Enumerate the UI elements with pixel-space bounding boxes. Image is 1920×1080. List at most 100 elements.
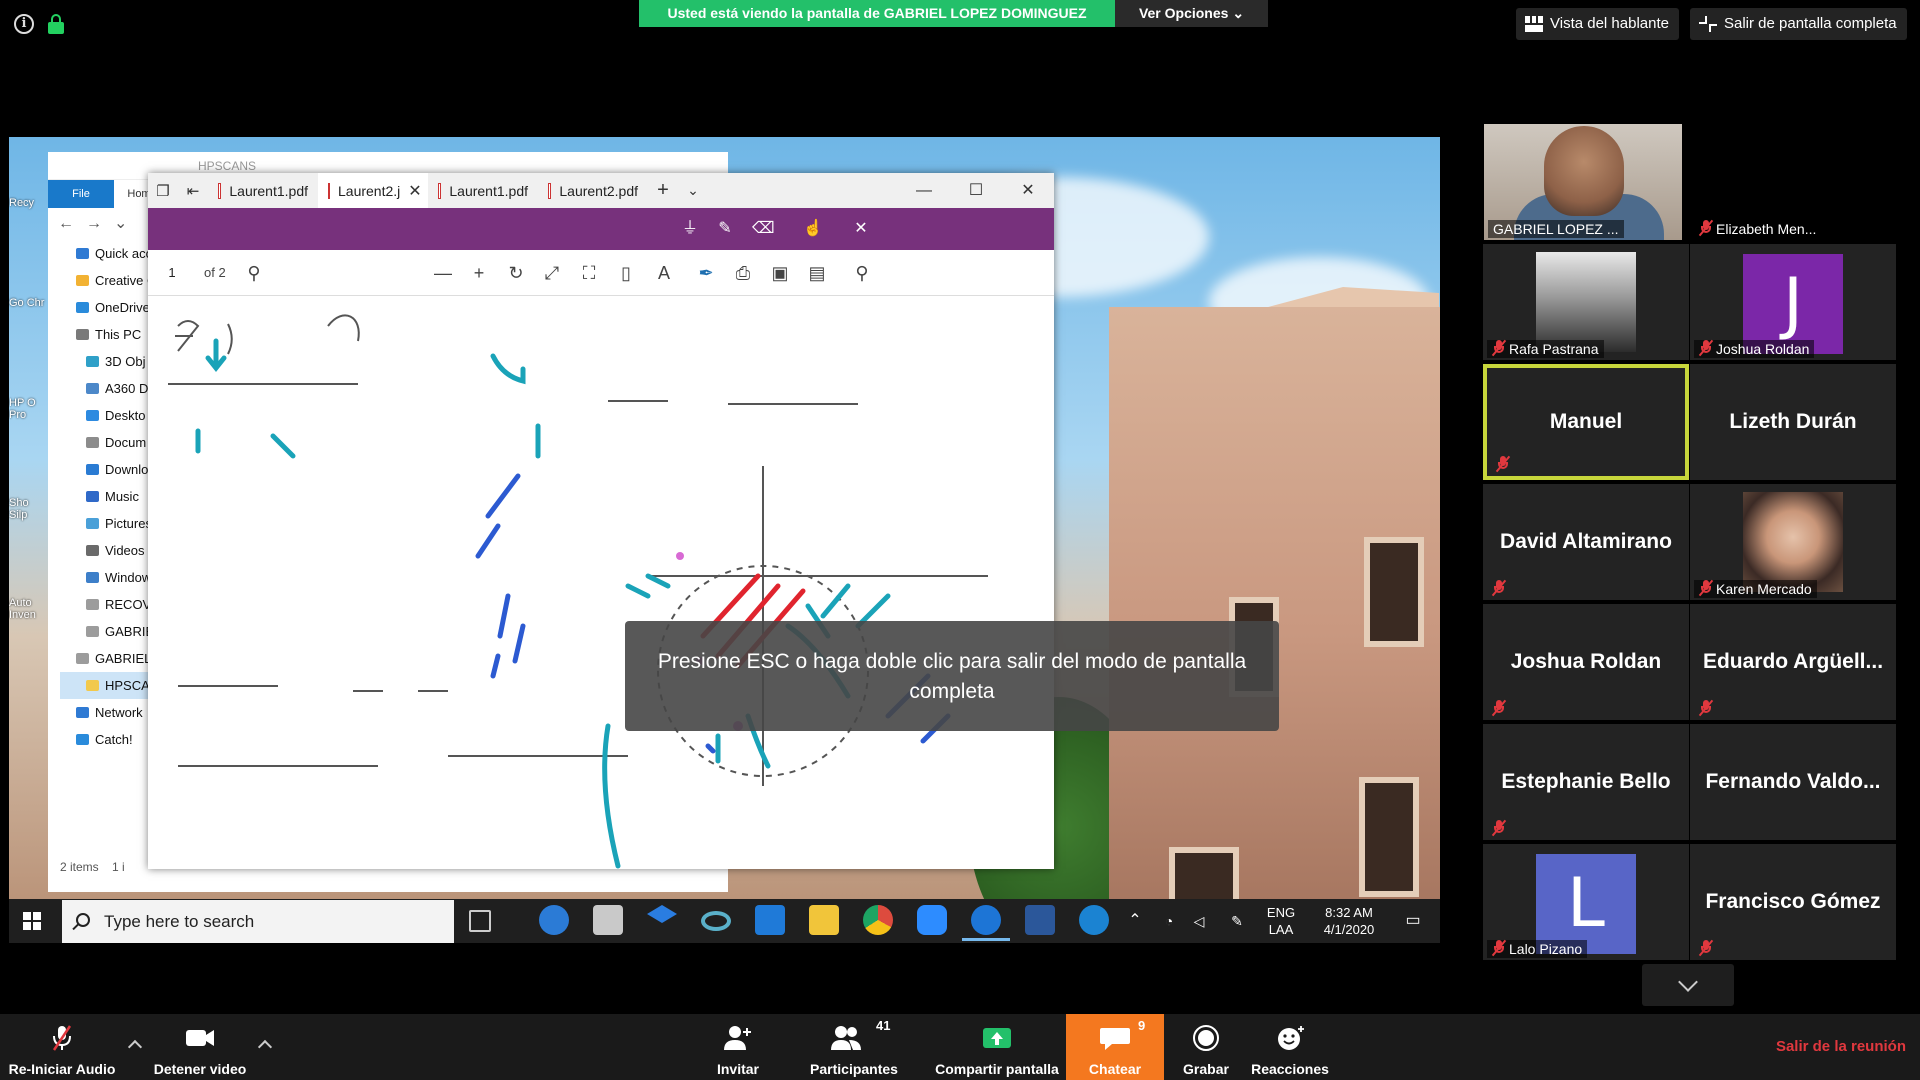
pdf-tab[interactable]: Laurent2.j ✕	[318, 173, 428, 208]
page-number-input[interactable]: 1	[152, 265, 192, 280]
participant-tile[interactable]: J Joshua Roldan	[1690, 244, 1896, 360]
shared-screen[interactable]: Recy Go Chr HP O Pro Sho Silp Auto Inven…	[9, 137, 1440, 943]
participant-tile[interactable]: Manuel	[1483, 364, 1689, 480]
edge-icon[interactable]	[962, 905, 1010, 941]
tab-list-icon[interactable]: ❐	[148, 182, 178, 200]
audio-button[interactable]: Re-Iniciar Audio	[0, 1014, 124, 1080]
record-button[interactable]: Grabar	[1170, 1014, 1242, 1080]
view-options-button[interactable]: Ver Opciones ⌄	[1115, 0, 1268, 27]
participant-tile[interactable]: Estephanie Bello	[1483, 724, 1689, 840]
pdf-tab[interactable]: Laurent2.pdf	[538, 173, 648, 208]
lock-icon[interactable]	[48, 14, 64, 34]
explorer-nav-label: HPSCA	[105, 678, 150, 693]
reactions-button[interactable]: Reacciones	[1250, 1014, 1330, 1080]
clock[interactable]: 8:32 AM 4/1/2020	[1309, 899, 1389, 943]
participant-tile[interactable]: Francisco Gómez	[1690, 844, 1896, 960]
wifi-icon[interactable]: ◔	[1159, 899, 1179, 943]
new-tab-icon[interactable]: +	[648, 179, 678, 202]
video-button[interactable]: Detener video	[150, 1014, 250, 1080]
close-tab-icon[interactable]: ✕	[408, 181, 421, 201]
mail-icon[interactable]	[755, 905, 785, 935]
participant-tile[interactable]: Fernando Valdo...	[1690, 724, 1896, 840]
chevron-down-icon[interactable]: ⌄	[678, 182, 708, 199]
leave-meeting-button[interactable]: Salir de la reunión	[1776, 1038, 1906, 1055]
windows-start-icon[interactable]	[23, 912, 41, 930]
exit-fullscreen-button[interactable]: Salir de pantalla completa	[1690, 8, 1907, 40]
word-icon[interactable]	[1025, 905, 1055, 935]
pdf-tab[interactable]: Laurent1.pdf	[428, 173, 538, 208]
taskbar-search-box[interactable]: Type here to search	[62, 900, 454, 943]
invite-label: Invitar	[716, 1061, 759, 1077]
file-explorer-icon[interactable]	[809, 905, 839, 935]
video-options-caret[interactable]	[257, 1039, 273, 1055]
chevron-down-icon[interactable]: ⌄	[114, 215, 139, 232]
desktop-icon-hp[interactable]: HP O Pro	[9, 357, 45, 457]
task-view-icon[interactable]	[469, 910, 491, 932]
zoom-out-icon[interactable]: —	[432, 262, 454, 284]
desktop-icon-recycle[interactable]: Recy	[9, 157, 45, 257]
fullscreen-icon[interactable]: ⛶	[578, 262, 600, 284]
pen-icon[interactable]: ✎	[1227, 899, 1247, 943]
participants-button[interactable]: 41 Participantes	[800, 1014, 908, 1080]
pdf-file-icon	[548, 182, 552, 199]
close-icon[interactable]: ✕	[1002, 173, 1054, 208]
chat-button[interactable]: 9 Chatear	[1066, 1014, 1164, 1080]
fit-page-icon[interactable]: ⤢	[541, 262, 563, 284]
search-icon[interactable]: ⚲	[243, 262, 265, 284]
desktop-icon-shortcut[interactable]: Sho Silp	[9, 457, 45, 557]
file-tab[interactable]: File	[48, 180, 114, 208]
speaker-view-button[interactable]: Vista del hablante	[1516, 8, 1679, 40]
info-icon[interactable]: i	[14, 14, 34, 34]
forward-arrow-icon[interactable]: →	[86, 215, 114, 232]
participant-tile[interactable]: L Lalo Pizano	[1483, 844, 1689, 960]
chrome-icon[interactable]	[863, 905, 893, 935]
draw-icon[interactable]: ✒	[695, 262, 717, 284]
gallery-scroll-down-button[interactable]	[1642, 964, 1734, 1006]
page-view-icon[interactable]: ▯	[615, 262, 637, 284]
back-arrow-icon[interactable]: ←	[58, 215, 86, 232]
chat-bubble-icon	[1100, 1028, 1130, 1050]
touch-write-icon[interactable]: ☝	[802, 218, 824, 240]
print-icon[interactable]: ⎙	[732, 262, 754, 284]
infinity-app-icon[interactable]	[701, 911, 731, 931]
dropbox-icon[interactable]	[647, 905, 677, 923]
zoom-icon[interactable]	[917, 905, 947, 935]
participant-tile[interactable]: Eduardo Argüell...	[1690, 604, 1896, 720]
participant-tile[interactable]: Joshua Roldan	[1483, 604, 1689, 720]
notification-icon[interactable]: ▭	[1401, 899, 1425, 943]
pin-icon[interactable]: ⚲	[851, 262, 873, 284]
read-aloud-icon[interactable]: A	[653, 262, 675, 284]
invite-button[interactable]: Invitar	[700, 1014, 776, 1080]
highlight-icon[interactable]: ✎	[714, 218, 736, 240]
maximize-icon[interactable]: ☐	[950, 173, 1002, 208]
pdf-file-icon	[218, 182, 222, 199]
participant-tile[interactable]: GABRIEL LOPEZ ...	[1484, 124, 1682, 240]
pdf-tab[interactable]: Laurent1.pdf	[208, 173, 318, 208]
desktop-icon-autodesk[interactable]: Auto Inven	[9, 557, 45, 657]
save-as-icon[interactable]: ▤	[806, 262, 828, 284]
participant-tile[interactable]: Karen Mercado	[1690, 484, 1896, 600]
participant-tile[interactable]: Lizeth Durán	[1690, 364, 1896, 480]
pdf-page[interactable]	[148, 296, 1054, 869]
desktop-icon-chrome[interactable]: Go Chr	[9, 257, 45, 357]
zoom-in-icon[interactable]: +	[468, 262, 490, 284]
save-icon[interactable]: ▣	[769, 262, 791, 284]
help-icon[interactable]	[1079, 905, 1109, 935]
set-aside-tabs-icon[interactable]: ⇤	[178, 182, 208, 200]
participant-tile[interactable]: Rafa Pastrana	[1483, 244, 1689, 360]
participant-tile[interactable]: Elizabeth Men...	[1690, 124, 1896, 240]
internet-explorer-icon[interactable]	[539, 905, 569, 935]
pdf-viewer-window[interactable]: ❐ ⇤ Laurent1.pdf Laurent2.j ✕ Laurent1.pdf L…	[148, 173, 1054, 869]
volume-icon[interactable]: ◁	[1189, 899, 1209, 943]
minimize-icon[interactable]: —	[898, 173, 950, 208]
eraser-icon[interactable]: ⌫	[752, 218, 775, 240]
store-icon[interactable]	[593, 905, 623, 935]
draw-filter-icon[interactable]: ⏚	[679, 218, 701, 240]
participant-tile[interactable]: David Altamirano	[1483, 484, 1689, 600]
close-ink-icon[interactable]: ✕	[850, 218, 872, 240]
rotate-icon[interactable]: ↻	[505, 262, 527, 284]
input-language[interactable]: ENG LAA	[1261, 899, 1301, 943]
audio-options-caret[interactable]	[127, 1039, 143, 1055]
chevron-up-icon[interactable]: ⌃	[1125, 899, 1145, 943]
share-screen-button[interactable]: Compartir pantalla	[930, 1014, 1064, 1080]
